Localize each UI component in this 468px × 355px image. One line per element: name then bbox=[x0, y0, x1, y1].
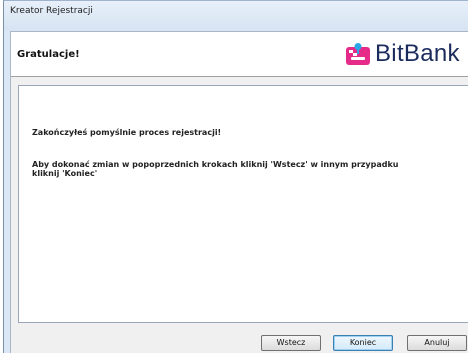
button-bar: Wstecz Koniec Anuluj bbox=[11, 329, 468, 355]
page-title: Gratulacje! bbox=[17, 49, 80, 60]
bitbank-logo: BitBank bbox=[345, 40, 468, 68]
success-message: Zakończyłeś pomyślnie proces rejestracji… bbox=[32, 128, 222, 137]
wizard-window: Kreator Rejestracji Gratulacje! BitBank … bbox=[3, 0, 468, 353]
window-title: Kreator Rejestracji bbox=[10, 6, 93, 16]
title-bar[interactable]: Kreator Rejestracji bbox=[4, 1, 468, 31]
finish-button[interactable]: Koniec bbox=[333, 335, 393, 351]
wizard-header: Gratulacje! BitBank bbox=[11, 32, 468, 77]
wizard-frame: Gratulacje! BitBank Zakończyłeś pomyślni… bbox=[10, 31, 468, 353]
back-button[interactable]: Wstecz bbox=[261, 335, 321, 351]
content-panel: Zakończyłeś pomyślnie proces rejestracji… bbox=[18, 85, 468, 323]
instruction-message: Aby dokonać zmian w popoprzednich krokac… bbox=[32, 160, 399, 178]
logo-text: BitBank bbox=[375, 40, 460, 67]
bitbank-logo-icon bbox=[346, 43, 370, 65]
cancel-button[interactable]: Anuluj bbox=[407, 335, 467, 351]
